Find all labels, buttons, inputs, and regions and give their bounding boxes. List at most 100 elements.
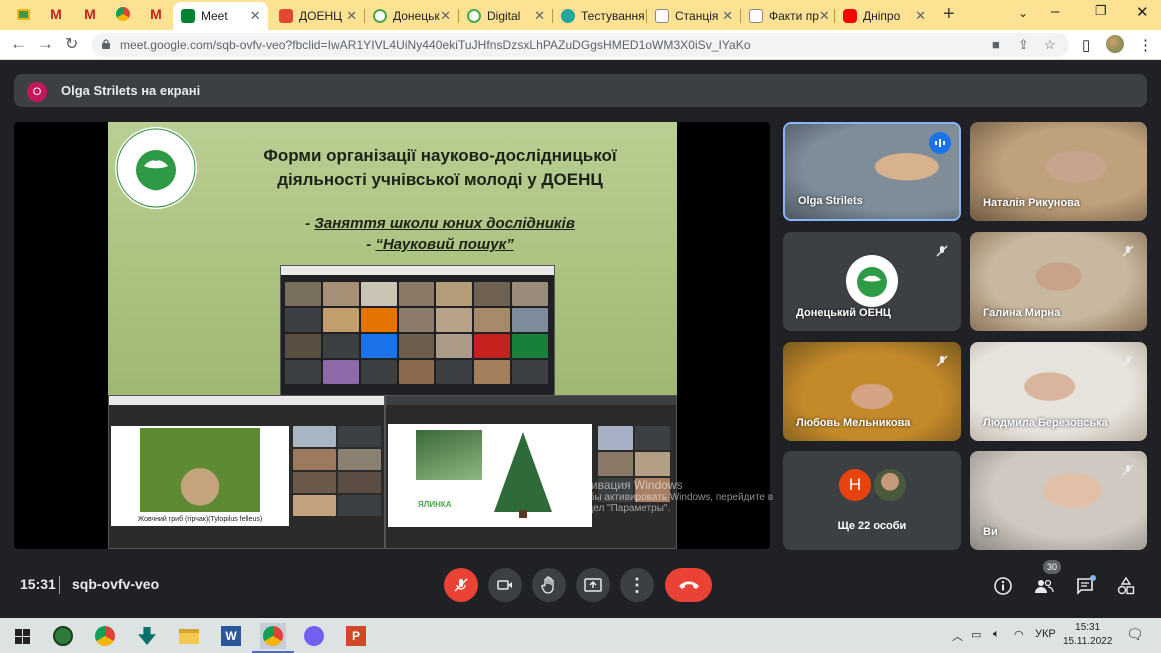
url-text: meet.google.com/sqb-ovfv-veo?fbclid=IwAR… (120, 38, 751, 52)
taskbar-chrome-icon[interactable] (92, 623, 118, 649)
self-tile[interactable]: Ви (970, 451, 1147, 550)
tab-title: Факти пр (769, 8, 819, 23)
participant-tile[interactable]: Людмила Березовська (970, 342, 1147, 441)
activities-button[interactable] (1115, 575, 1137, 597)
mic-off-icon (931, 350, 953, 372)
restore-button[interactable]: ❐ (1095, 3, 1107, 19)
camera-toggle-button[interactable] (488, 568, 522, 602)
pinned-tab-gmail-icon[interactable]: M (81, 5, 99, 23)
taskbar-downloader-icon[interactable] (134, 623, 160, 649)
present-screen-button[interactable] (576, 568, 610, 602)
close-tab-icon[interactable]: ✕ (819, 8, 830, 24)
tab-dnipro[interactable]: Дніпро ✕ (835, 3, 934, 28)
battery-icon[interactable]: ▭ (971, 628, 981, 641)
raise-hand-button[interactable] (532, 568, 566, 602)
tab-donetsk[interactable]: Донецьк ✕ (365, 3, 459, 28)
windows-logo-icon (14, 628, 30, 644)
screenshot-browser-bar (281, 266, 554, 275)
participant-name: Наталія Рикунова (983, 197, 1080, 209)
windows-activation-watermark: Активация Windows Чтобы активировать Win… (572, 478, 773, 514)
mic-off-icon (1117, 350, 1139, 372)
taskbar-chrome-active-icon[interactable] (252, 623, 294, 653)
close-window-button[interactable]: ✕ (1136, 3, 1149, 21)
tab-testing[interactable]: Тестування ✕ (553, 3, 647, 28)
close-tab-icon[interactable]: ✕ (722, 8, 733, 24)
participant-tile[interactable]: Донецький ОЕНЦ (783, 232, 961, 331)
tab-search-icon[interactable]: ⌄ (1018, 6, 1028, 20)
input-language[interactable]: УКР (1035, 628, 1056, 640)
notifications-icon[interactable]: 🗨︎ (1126, 626, 1144, 643)
meet-icon (181, 9, 195, 23)
lock-icon (102, 39, 110, 49)
close-tab-icon[interactable]: ✕ (534, 8, 545, 24)
people-button[interactable] (1033, 575, 1055, 597)
tab-digital[interactable]: Digital ✕ (459, 3, 553, 28)
participant-tile[interactable]: Любовь Мельникова (783, 342, 961, 441)
meeting-controls-bar: 15:31 sqb-ovfv-veo ⋮ 30 (0, 558, 1161, 618)
slide-screenshot-meet-grid (280, 265, 555, 397)
back-button[interactable]: ← (10, 34, 27, 54)
participant-name: Ви (983, 526, 998, 538)
profile-avatar[interactable] (1106, 35, 1124, 53)
camera-in-use-icon[interactable]: ■ (992, 37, 1000, 52)
present-icon (584, 578, 602, 592)
slide-title: Форми організації науково-дослідницької … (203, 144, 677, 192)
screenshot-tile-grid (285, 282, 548, 384)
taskbar-viber-icon[interactable] (301, 623, 327, 649)
minimize-button[interactable]: – (1051, 3, 1059, 20)
participant-tile[interactable]: Галина Мирна (970, 232, 1147, 331)
volume-icon[interactable]: 🔈︎ (993, 628, 1000, 641)
browser-menu-icon[interactable]: ⋮ (1138, 36, 1153, 54)
close-tab-icon[interactable]: ✕ (440, 8, 451, 24)
new-tab-button[interactable]: + (943, 4, 955, 24)
more-vert-icon: ⋮ (628, 574, 646, 595)
side-panel-icon[interactable]: ▯ (1082, 36, 1090, 54)
mic-toggle-button[interactable] (444, 568, 478, 602)
pinned-tab-gmail-icon[interactable]: M (147, 5, 165, 23)
fir-label: ЯЛИНКА (418, 500, 452, 509)
hand-icon (541, 576, 554, 594)
tab-facts[interactable]: Факти пр ✕ (741, 3, 835, 28)
tray-chevron-icon[interactable]: ︿ (952, 628, 963, 644)
tab-doenc[interactable]: ДОЕНЦ ✕ (271, 3, 365, 28)
system-clock[interactable]: 15:31 15.11.2022 (1063, 621, 1112, 649)
presenting-banner: O Olga Strilets на екрані (14, 74, 1147, 107)
address-bar[interactable]: meet.google.com/sqb-ovfv-veo?fbclid=IwAR… (92, 33, 1069, 57)
taskbar-file-explorer-icon[interactable] (176, 623, 202, 649)
taskbar-app-icon[interactable] (50, 623, 76, 649)
start-button[interactable] (9, 623, 35, 649)
tab-meet[interactable]: Meet ✕ (173, 2, 268, 30)
participant-tile[interactable]: Olga Strilets (783, 122, 961, 221)
tab-title: Meet (201, 9, 228, 23)
close-tab-icon[interactable]: ✕ (915, 8, 926, 24)
bookmark-star-icon[interactable]: ☆ (1044, 37, 1056, 53)
chat-button[interactable] (1074, 575, 1096, 597)
more-participants-label: Ще 22 особи (837, 520, 907, 532)
slide-items: - Заняття школи юних дослідників - “Наук… (305, 215, 575, 253)
mic-off-icon (454, 578, 468, 592)
tab-station[interactable]: Станція ✕ (647, 3, 741, 28)
forward-button[interactable]: → (37, 34, 54, 54)
pinned-tab-classroom-icon[interactable] (14, 5, 32, 23)
close-tab-icon[interactable]: ✕ (250, 8, 261, 24)
participant-tile[interactable]: Наталія Рикунова (970, 122, 1147, 221)
close-tab-icon[interactable]: ✕ (346, 8, 357, 24)
pinned-tab-gmail-icon[interactable]: M (47, 5, 65, 23)
leave-call-button[interactable] (665, 568, 712, 602)
taskbar-word-icon[interactable]: W (218, 623, 244, 649)
taskbar-powerpoint-icon[interactable]: P (343, 623, 369, 649)
doenc-logo-icon (115, 127, 197, 209)
participant-avatar (874, 469, 906, 501)
browser-toolbar: ← → ↻ meet.google.com/sqb-ovfv-veo?fbcli… (0, 30, 1161, 60)
mushroom-slide: Жовчний гриб (гірчак)(Tylopilus felleus) (111, 426, 289, 526)
share-icon[interactable]: ⇪ (1018, 37, 1029, 53)
network-icon[interactable]: ◠ (1014, 628, 1024, 641)
speaking-indicator-icon (929, 132, 951, 154)
more-options-button[interactable]: ⋮ (620, 568, 654, 602)
tab-title: Digital (487, 8, 521, 23)
presenter-avatar: O (27, 82, 47, 102)
meeting-details-button[interactable] (992, 575, 1014, 597)
reload-button[interactable]: ↻ (65, 34, 78, 54)
pinned-tab-chrome-icon[interactable] (114, 5, 132, 23)
more-participants-tile[interactable]: Н Ще 22 особи (783, 451, 961, 550)
